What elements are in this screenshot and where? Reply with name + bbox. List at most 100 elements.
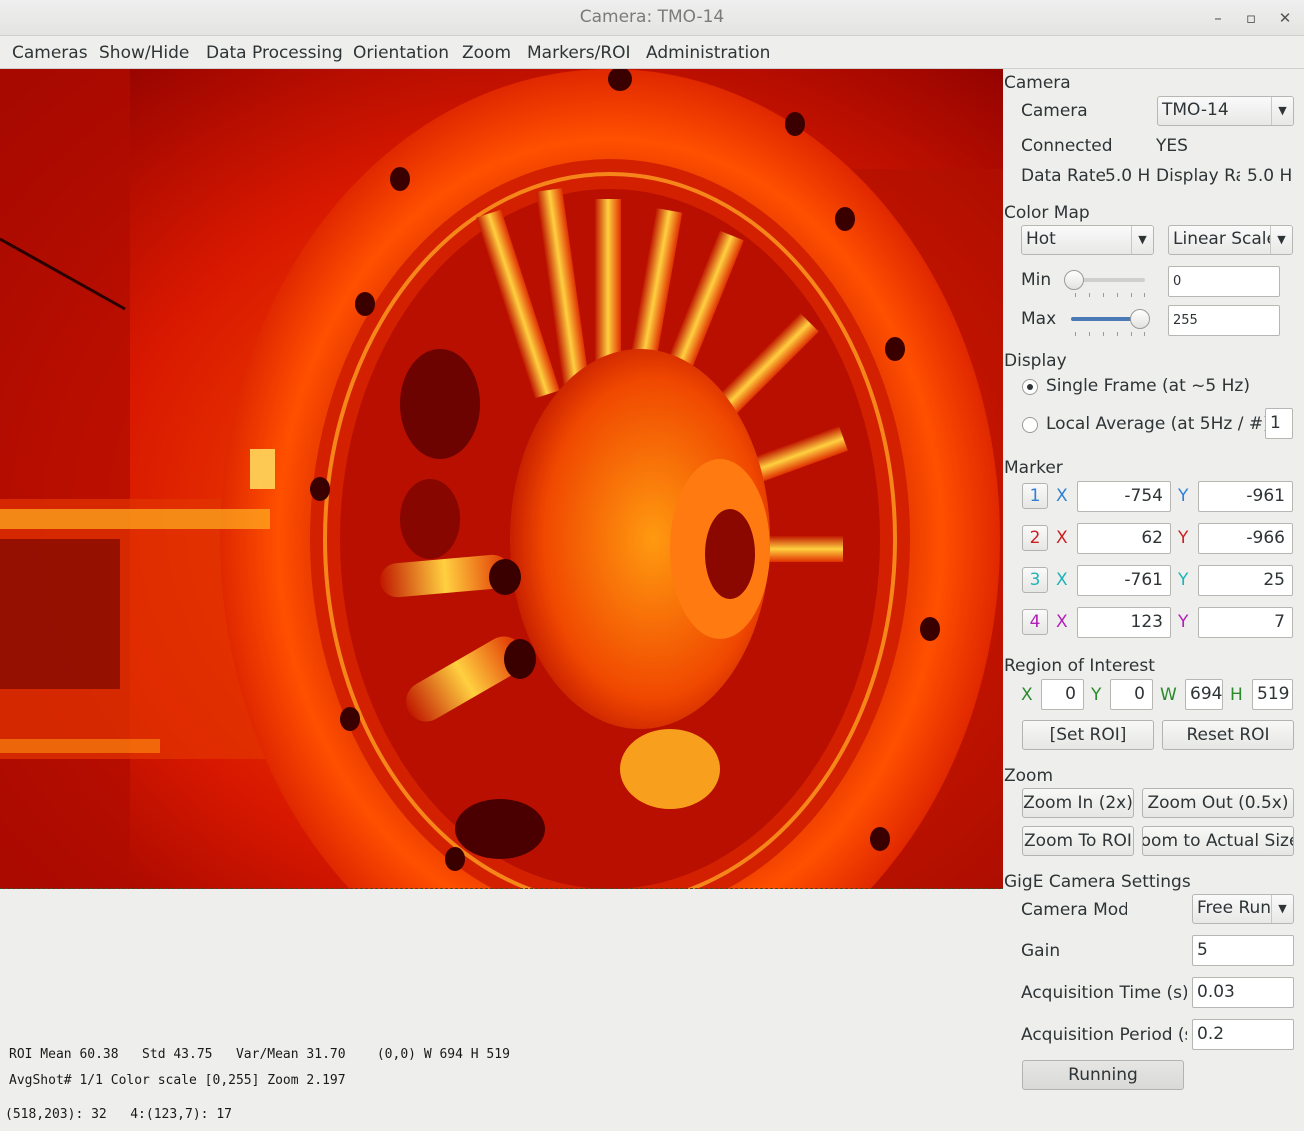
min-slider-ticks (1075, 293, 1145, 297)
marker-1-id: 1 (1029, 486, 1041, 506)
display-section-title: Display (1004, 351, 1067, 371)
avgshot-stats-line: AvgShot# 1/1 Color scale [0,255] Zoom 2.… (9, 1073, 346, 1088)
close-icon[interactable]: ✕ (1275, 8, 1295, 28)
maximize-icon[interactable]: ▫ (1241, 8, 1261, 28)
connected-label: Connected (1021, 136, 1113, 156)
image-bottom-border (0, 888, 1003, 889)
zoom-section-title: Zoom (1004, 766, 1054, 786)
connected-value: YES (1156, 136, 1188, 156)
marker-2-button[interactable]: 2 (1022, 525, 1048, 551)
marker-3-x-label: X (1056, 570, 1068, 590)
local-average-label: Local Average (at 5Hz / #) (1046, 414, 1270, 434)
control-panel: Camera Camera TMO-14 ▼ Connected YES Dat… (1003, 69, 1304, 1131)
camera-select[interactable]: TMO-14 ▼ (1157, 96, 1294, 126)
camera-image-view[interactable] (0, 69, 1003, 889)
marker-2-x-input[interactable]: 62 (1077, 523, 1171, 554)
marker-1-x-input[interactable]: -754 (1077, 481, 1171, 512)
marker-3-y-input[interactable]: 25 (1198, 565, 1293, 596)
marker-section-title: Marker (1004, 458, 1063, 478)
camera-select-value: TMO-14 (1162, 100, 1229, 120)
title-bar: Camera: TMO-14 – ▫ ✕ (0, 0, 1304, 36)
menu-data-processing[interactable]: Data Processing (206, 43, 343, 63)
acquisition-period-label: Acquisition Period (s) (1021, 1025, 1187, 1045)
camera-mode-value: Free Run (1197, 898, 1272, 918)
max-input[interactable]: 255 (1168, 305, 1280, 336)
gain-input[interactable]: 5 (1192, 935, 1294, 966)
minimize-icon[interactable]: – (1208, 8, 1228, 28)
display-rate-label: Display Ra (1156, 166, 1240, 186)
marker-4-x-label: X (1056, 612, 1068, 632)
menu-show-hide[interactable]: Show/Hide (99, 43, 189, 63)
acquisition-time-label: Acquisition Time (s) (1021, 983, 1187, 1003)
marker-3-button[interactable]: 3 (1022, 567, 1048, 593)
marker-3-x-input[interactable]: -761 (1077, 565, 1171, 596)
scale-select[interactable]: Linear Scale ▼ (1168, 225, 1293, 255)
marker-4-button[interactable]: 4 (1022, 609, 1048, 635)
roi-h-input[interactable]: 519 (1252, 679, 1293, 710)
marker-1-y-label: Y (1178, 486, 1189, 506)
data-rate-value: 5.0 H (1105, 166, 1151, 186)
acquisition-period-input[interactable]: 0.2 (1192, 1019, 1294, 1050)
scale-select-value: Linear Scale (1173, 229, 1277, 249)
chevron-down-icon: ▼ (1131, 226, 1153, 254)
chevron-down-icon: ▼ (1270, 226, 1292, 254)
colormap-select-value: Hot (1026, 229, 1056, 249)
average-count-input[interactable]: 1 (1265, 408, 1293, 439)
colormap-section-title: Color Map (1004, 203, 1090, 223)
camera-label: Camera (1021, 101, 1088, 121)
marker-3-id: 3 (1029, 570, 1041, 590)
marker-4-id: 4 (1029, 612, 1041, 632)
min-input[interactable]: 0 (1168, 266, 1280, 297)
marker-2-id: 2 (1029, 528, 1041, 548)
reset-roi-button[interactable]: Reset ROI (1162, 720, 1294, 750)
min-label: Min (1021, 270, 1052, 290)
chevron-down-icon: ▼ (1271, 97, 1293, 125)
local-average-radio[interactable] (1022, 417, 1038, 433)
roi-section-title: Region of Interest (1004, 656, 1155, 676)
max-slider-handle[interactable] (1130, 309, 1150, 329)
menu-cameras[interactable]: Cameras (12, 43, 88, 63)
set-roi-button[interactable]: [Set ROI] (1022, 720, 1154, 750)
marker-4-x-input[interactable]: 123 (1077, 607, 1171, 638)
menu-zoom[interactable]: Zoom (462, 43, 511, 63)
zoom-out-button[interactable]: Zoom Out (0.5x) (1142, 788, 1294, 818)
max-slider-ticks (1075, 332, 1145, 336)
marker-2-x-label: X (1056, 528, 1068, 548)
gige-section-title: GigE Camera Settings (1004, 872, 1191, 892)
running-button[interactable]: Running (1022, 1060, 1184, 1090)
single-frame-radio[interactable] (1022, 379, 1038, 395)
marker-2-y-input[interactable]: -966 (1198, 523, 1293, 554)
roi-h-label: H (1230, 685, 1243, 705)
marker-2-y-label: Y (1178, 528, 1189, 548)
marker-4-y-label: Y (1178, 612, 1189, 632)
chevron-down-icon: ▼ (1271, 895, 1293, 923)
menu-orientation[interactable]: Orientation (353, 43, 449, 63)
min-slider-handle[interactable] (1064, 270, 1084, 290)
menu-administration[interactable]: Administration (646, 43, 770, 63)
camera-image (0, 69, 1003, 889)
roi-x-label: X (1021, 685, 1033, 705)
roi-w-input[interactable]: 694 (1185, 679, 1223, 710)
menu-bar: Cameras Show/Hide Data Processing Orient… (0, 36, 1304, 69)
single-frame-label: Single Frame (at ~5 Hz) (1046, 376, 1250, 396)
gain-label: Gain (1021, 941, 1061, 961)
menu-markers-roi[interactable]: Markers/ROI (527, 43, 631, 63)
roi-w-label: W (1160, 685, 1177, 705)
marker-3-y-label: Y (1178, 570, 1189, 590)
display-rate-value: 5.0 H (1247, 166, 1293, 186)
data-rate-label: Data Rate (1021, 166, 1106, 186)
acquisition-time-input[interactable]: 0.03 (1192, 977, 1294, 1008)
colormap-select[interactable]: Hot ▼ (1021, 225, 1154, 255)
roi-x-input[interactable]: 0 (1041, 679, 1084, 710)
camera-mode-label: Camera Mode (1021, 900, 1127, 920)
marker-1-button[interactable]: 1 (1022, 483, 1048, 509)
zoom-in-button[interactable]: Zoom In (2x) (1022, 788, 1134, 818)
zoom-to-roi-button[interactable]: Zoom To ROI (1022, 826, 1134, 856)
roi-y-input[interactable]: 0 (1110, 679, 1153, 710)
marker-1-y-input[interactable]: -961 (1198, 481, 1293, 512)
marker-4-y-input[interactable]: 7 (1198, 607, 1293, 638)
cursor-value-line: (518,203): 32 4:(123,7): 17 (5, 1107, 232, 1122)
zoom-actual-size-button[interactable]: Zoom to Actual Size (1142, 826, 1294, 856)
window-title: Camera: TMO-14 (579, 7, 725, 27)
camera-mode-select[interactable]: Free Run ▼ (1192, 894, 1294, 924)
